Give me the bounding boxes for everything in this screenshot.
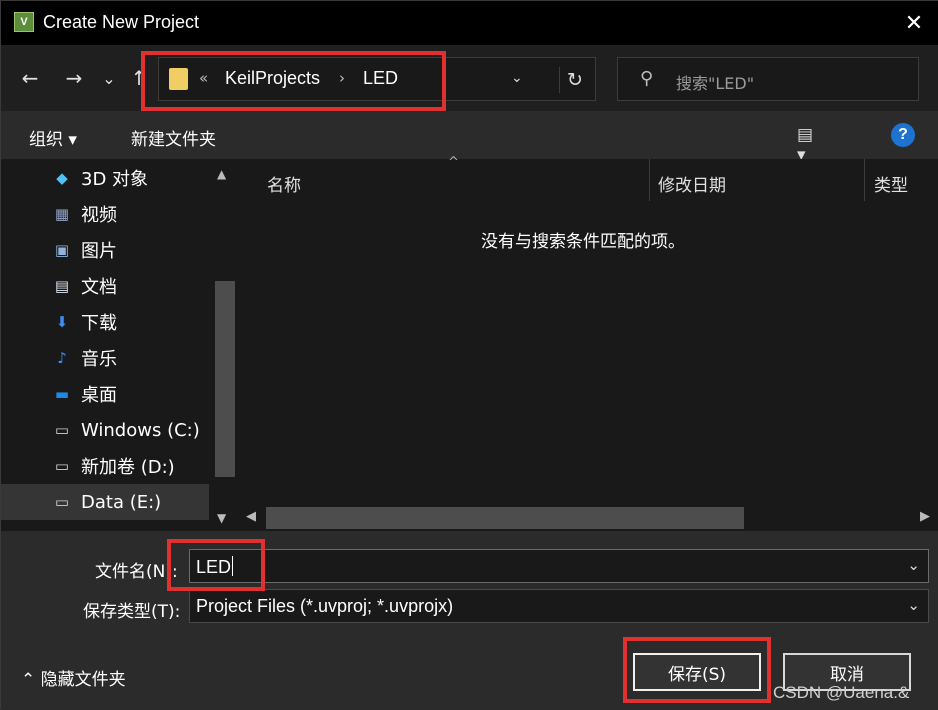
horizontal-scroll-thumb[interactable] [266, 507, 744, 529]
sidebar-item-label: 视频 [81, 205, 117, 226]
csdn-watermark: CSDN @Uaena.& [773, 683, 910, 702]
filetype-value[interactable]: Project Files (*.uvproj; *.uvprojx) [196, 596, 453, 617]
sidebar-item-label: 音乐 [81, 349, 117, 370]
scroll-up-icon[interactable]: ▲ [217, 167, 226, 181]
filename-value[interactable]: LED [196, 556, 234, 578]
sidebar-item[interactable]: ◆ 3D 对象 [1, 160, 209, 196]
sidebar-item-label: 图片 [81, 241, 117, 262]
download-icon: ⬇ [55, 313, 69, 331]
create-project-dialog: V Create New Project ✕ ← → ⌄ ↑ « KeilPro… [0, 0, 938, 710]
close-icon[interactable]: ✕ [899, 9, 929, 37]
filetype-select[interactable]: Project Files (*.uvproj; *.uvprojx) ⌄ [189, 589, 929, 623]
refresh-icon[interactable]: ↻ [559, 67, 590, 93]
search-box[interactable]: ⚲ 搜索"LED" [617, 57, 919, 101]
address-overflow-icon[interactable]: « [199, 69, 208, 87]
column-divider[interactable] [649, 159, 650, 201]
help-icon[interactable]: ? [891, 123, 915, 147]
file-list: ^ 名称 修改日期 类型 没有与搜索条件匹配的项。 ◀ ▶ [238, 155, 938, 531]
video-icon: ▦ [54, 205, 70, 223]
sidebar-item-label: 文档 [81, 277, 117, 298]
sidebar-item-label: 新加卷 (D:) [81, 457, 175, 478]
sidebar-item[interactable]: ▭ Windows (C:) [1, 412, 209, 448]
sidebar-item[interactable]: ▦ 视频 [1, 196, 209, 232]
navigation-pane: ▭ Data (E:) ▭ 新加卷 (D:) ▭ Windows (C:) ▬ 桌面 ♪ 音乐 ⬇ 下… [1, 159, 238, 531]
column-divider[interactable] [864, 159, 865, 201]
view-options-icon[interactable]: ▤ ▾ [797, 125, 823, 165]
filename-dropdown-icon[interactable]: ⌄ [907, 556, 920, 574]
sort-ascending-icon: ^ [448, 155, 459, 170]
sidebar-item[interactable]: ▤ 文档 [1, 268, 209, 304]
up-arrow-icon[interactable]: ↑ [129, 65, 149, 91]
scroll-left-icon[interactable]: ◀ [246, 509, 256, 524]
hide-folders-toggle[interactable]: ⌃ 隐藏文件夹 [21, 665, 126, 690]
sidebar-item[interactable]: ▬ 桌面 [1, 376, 209, 412]
sidebar-item[interactable]: ♪ 音乐 [1, 340, 209, 376]
recent-locations-chevron-icon[interactable]: ⌄ [99, 65, 119, 91]
organize-menu-button[interactable]: 组织 ▾ [29, 125, 77, 150]
drive-c-icon: ▭ [54, 421, 70, 439]
filetype-dropdown-icon[interactable]: ⌄ [907, 596, 920, 614]
sidebar-item[interactable]: ▣ 图片 [1, 232, 209, 268]
new-folder-button[interactable]: 新建文件夹 [131, 125, 216, 150]
drive-e-icon: ▭ [54, 493, 70, 511]
desktop-icon: ▬ [54, 385, 70, 403]
search-icon: ⚲ [640, 68, 654, 89]
command-toolbar: 组织 ▾ 新建文件夹 ▤ ▾ ? [1, 111, 938, 165]
navigation-bar: ← → ⌄ ↑ « KeilProjects › LED ⌄ ↻ ⚲ 搜索"LE… [1, 45, 938, 111]
scroll-down-icon[interactable]: ▼ [217, 511, 226, 525]
scroll-right-icon[interactable]: ▶ [920, 509, 930, 524]
cube-icon: ◆ [56, 169, 68, 187]
filename-label: 文件名(N): [95, 562, 178, 582]
sidebar-item[interactable]: ▭ Data (E:) [1, 484, 209, 520]
sidebar-scrollbar[interactable]: ▲ ▼ [213, 159, 235, 531]
column-header-name[interactable]: 名称 [267, 171, 301, 196]
column-header-date-modified[interactable]: 修改日期 [658, 171, 726, 196]
sidebar-scroll-thumb[interactable] [215, 281, 235, 477]
sidebar-item[interactable]: ⬇ 下载 [1, 304, 209, 340]
sidebar-item-label: 桌面 [81, 385, 117, 406]
sidebar-item-label: Windows (C:) [81, 419, 200, 441]
filename-input[interactable]: LED ⌄ [189, 549, 929, 583]
picture-icon: ▣ [54, 241, 70, 259]
keil-app-icon: V [14, 12, 34, 32]
forward-arrow-icon[interactable]: → [61, 65, 87, 91]
window-title: Create New Project [43, 12, 200, 32]
music-icon: ♪ [57, 349, 67, 367]
folder-icon [169, 68, 188, 90]
address-dropdown-icon[interactable]: ⌄ [511, 70, 523, 86]
back-arrow-icon[interactable]: ← [17, 65, 43, 91]
sidebar-item-label: 下载 [81, 313, 117, 334]
drive-d-icon: ▭ [54, 457, 70, 475]
sidebar-item-label: Data (E:) [81, 491, 162, 513]
breadcrumb-separator-icon[interactable]: › [339, 69, 345, 87]
filetype-label: 保存类型(T): [83, 602, 181, 622]
address-bar[interactable]: « KeilProjects › LED ⌄ ↻ [158, 57, 596, 101]
save-button[interactable]: 保存(S) [633, 653, 761, 691]
breadcrumb-keilprojects[interactable]: KeilProjects [225, 68, 320, 89]
horizontal-scrollbar[interactable]: ◀ ▶ [238, 505, 938, 529]
document-icon: ▤ [54, 277, 70, 295]
sidebar-item-label: 3D 对象 [81, 169, 149, 190]
empty-results-message: 没有与搜索条件匹配的项。 [481, 232, 685, 252]
title-bar: V Create New Project ✕ [1, 1, 938, 45]
search-placeholder[interactable]: 搜索"LED" [676, 70, 754, 94]
sidebar-item[interactable]: ▭ 新加卷 (D:) [1, 448, 209, 484]
column-header-type[interactable]: 类型 [874, 171, 908, 196]
breadcrumb-led[interactable]: LED [363, 68, 398, 89]
